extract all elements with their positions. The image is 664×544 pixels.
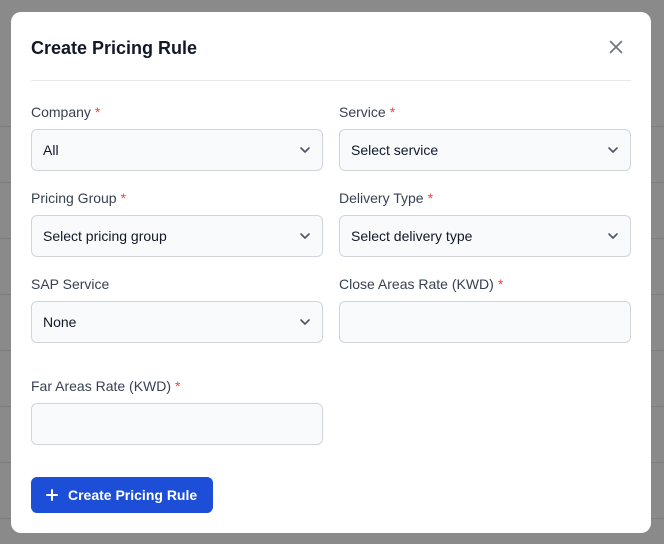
sap-service-label: SAP Service (31, 276, 110, 292)
modal-header: Create Pricing Rule (31, 12, 631, 81)
far-areas-rate-field: Far Areas Rate (KWD) * (31, 377, 323, 445)
close-icon (609, 40, 623, 54)
close-areas-rate-label: Close Areas Rate (KWD) * (339, 276, 504, 292)
required-marker: * (389, 104, 396, 120)
far-areas-rate-label: Far Areas Rate (KWD) * (31, 378, 181, 394)
chevron-down-icon (300, 319, 310, 325)
company-field: Company * All (31, 103, 323, 171)
service-select[interactable]: Select service (339, 129, 631, 171)
modal-title: Create Pricing Rule (31, 38, 198, 58)
sap-service-field: SAP Service None (31, 275, 323, 343)
pricing-group-label: Pricing Group * (31, 190, 127, 206)
pricing-group-field: Pricing Group * Select pricing group (31, 189, 323, 257)
delivery-type-select[interactable]: Select delivery type (339, 215, 631, 257)
delivery-type-field: Delivery Type * Select delivery type (339, 189, 631, 257)
required-marker: * (427, 190, 434, 206)
pricing-group-select-value: Select pricing group (43, 228, 167, 244)
close-areas-rate-field: Close Areas Rate (KWD) * (339, 275, 631, 343)
company-label: Company * (31, 104, 101, 120)
far-areas-rate-input[interactable] (31, 403, 323, 445)
chevron-down-icon (608, 147, 618, 153)
pricing-group-select[interactable]: Select pricing group (31, 215, 323, 257)
sap-service-select[interactable]: None (31, 301, 323, 343)
sap-service-select-value: None (43, 314, 77, 330)
required-marker: * (497, 276, 504, 292)
create-pricing-rule-button[interactable]: Create Pricing Rule (31, 477, 214, 513)
chevron-down-icon (300, 233, 310, 239)
service-select-value: Select service (351, 142, 439, 158)
delivery-type-label: Delivery Type * (339, 190, 434, 206)
delivery-type-select-value: Select delivery type (351, 228, 473, 244)
company-select[interactable]: All (31, 129, 323, 171)
company-select-value: All (43, 142, 59, 158)
service-label: Service * (339, 104, 396, 120)
service-field: Service * Select service (339, 103, 631, 171)
chevron-down-icon (300, 147, 310, 153)
required-marker: * (175, 378, 181, 394)
plus-icon (46, 489, 58, 501)
required-marker: * (120, 190, 127, 206)
chevron-down-icon (608, 233, 618, 239)
close-areas-rate-input[interactable] (339, 301, 631, 343)
required-marker: * (94, 104, 101, 120)
close-button[interactable] (607, 38, 625, 56)
create-pricing-rule-dialog: Create Pricing Rule Company * All Service… (11, 12, 651, 533)
create-pricing-rule-button-label: Create Pricing Rule (68, 487, 198, 503)
